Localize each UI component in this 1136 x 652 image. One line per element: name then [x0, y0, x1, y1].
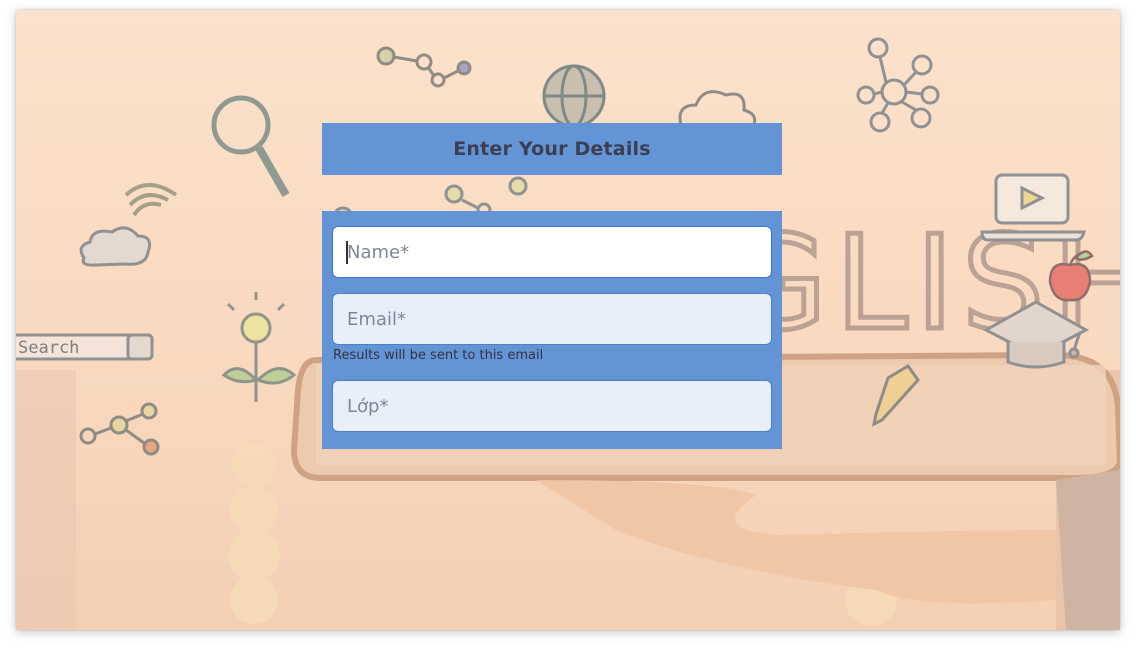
class-input[interactable]	[332, 380, 772, 432]
hand-illustration	[536, 470, 1120, 630]
email-hint: Results will be sent to this email	[333, 348, 544, 363]
molecule-icon-left	[79, 402, 160, 456]
cloud-icon-left	[79, 226, 152, 267]
lightbulb-icon	[221, 292, 297, 402]
form-title: Enter Your Details	[453, 138, 651, 160]
wifi-icon	[124, 183, 178, 217]
name-input[interactable]	[332, 226, 772, 278]
form-header: Enter Your Details	[322, 123, 782, 175]
email-input[interactable]	[332, 293, 772, 345]
search-label: Search	[18, 338, 79, 358]
magnifier-icon	[211, 95, 290, 197]
network-icon	[856, 37, 940, 133]
details-form: Results will be sent to this email	[322, 211, 782, 449]
globe-icon	[542, 64, 606, 128]
search-bar-illustration: Search	[16, 333, 154, 361]
molecule-icon	[376, 46, 472, 88]
text-cursor	[346, 241, 348, 264]
